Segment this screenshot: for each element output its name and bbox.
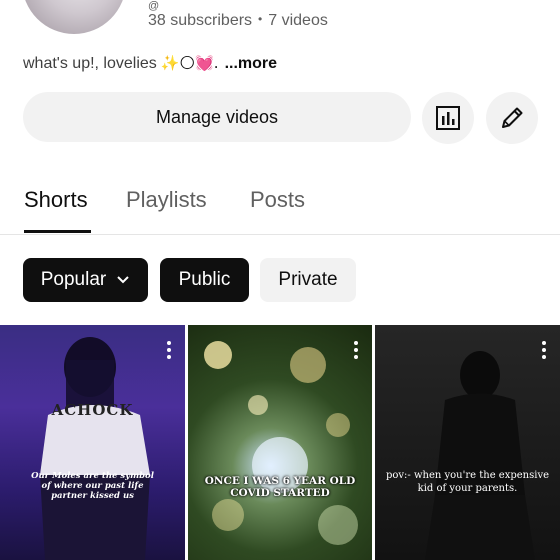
short-1-more-icon[interactable] <box>167 341 171 362</box>
channel-avatar[interactable] <box>22 0 126 34</box>
edit-channel-button[interactable] <box>486 92 538 144</box>
short-thumbnail-2[interactable]: ONCE I WAS 6 YEAR OLD COVID STARTED <box>188 325 372 560</box>
short-1-artwork <box>40 337 150 560</box>
bio-emoji: ✨🌕💓. <box>160 54 219 72</box>
tab-playlists[interactable]: Playlists <box>126 187 207 213</box>
channel-handle: @ <box>148 0 160 12</box>
private-chip-label: Private <box>278 269 338 290</box>
bio-text: what's up!, lovelies <box>23 55 157 72</box>
public-filter-chip[interactable]: Public <box>160 258 249 302</box>
active-tab-indicator <box>24 230 91 233</box>
short-2-artwork <box>204 341 358 545</box>
channel-tabs: Shorts Playlists Posts <box>0 176 560 235</box>
subscriber-count: 38 subscribers <box>148 12 253 29</box>
short-thumbnail-3[interactable]: pov:- when you're the expensive kid of y… <box>375 325 560 560</box>
tab-posts[interactable]: Posts <box>250 187 305 213</box>
chevron-down-icon <box>117 276 129 284</box>
private-filter-chip[interactable]: Private <box>260 258 356 302</box>
public-chip-label: Public <box>178 269 231 290</box>
short-1-shirt-text: ACHOCK <box>51 401 134 419</box>
stats-separator: • <box>258 12 263 26</box>
short-3-caption: pov:- when you're the expensive kid of y… <box>385 470 550 494</box>
bio-more-link[interactable]: ...more <box>225 55 277 72</box>
short-3-more-icon[interactable] <box>542 341 546 362</box>
short-thumbnail-1[interactable]: ACHOCK Our Moles are the symbol of where… <box>0 325 185 560</box>
short-3-artwork <box>425 351 535 560</box>
video-count: 7 videos <box>268 12 328 29</box>
short-1-caption: Our Moles are the symbol of where our pa… <box>31 471 154 501</box>
channel-stats: 38 subscribers • 7 videos <box>148 12 328 30</box>
analytics-bars-icon <box>436 106 460 130</box>
short-2-caption: ONCE I WAS 6 YEAR OLD COVID STARTED <box>204 475 356 499</box>
sort-chip-label: Popular <box>40 269 107 290</box>
analytics-button[interactable] <box>422 92 474 144</box>
manage-videos-button[interactable]: Manage videos <box>23 92 411 142</box>
sort-popular-chip[interactable]: Popular <box>23 258 148 302</box>
channel-description[interactable]: what's up!, lovelies ✨🌕💓. ...more <box>23 54 277 73</box>
short-2-more-icon[interactable] <box>354 341 358 362</box>
pencil-icon <box>502 107 523 128</box>
manage-videos-label: Manage videos <box>155 106 279 127</box>
tab-shorts[interactable]: Shorts <box>24 187 88 213</box>
